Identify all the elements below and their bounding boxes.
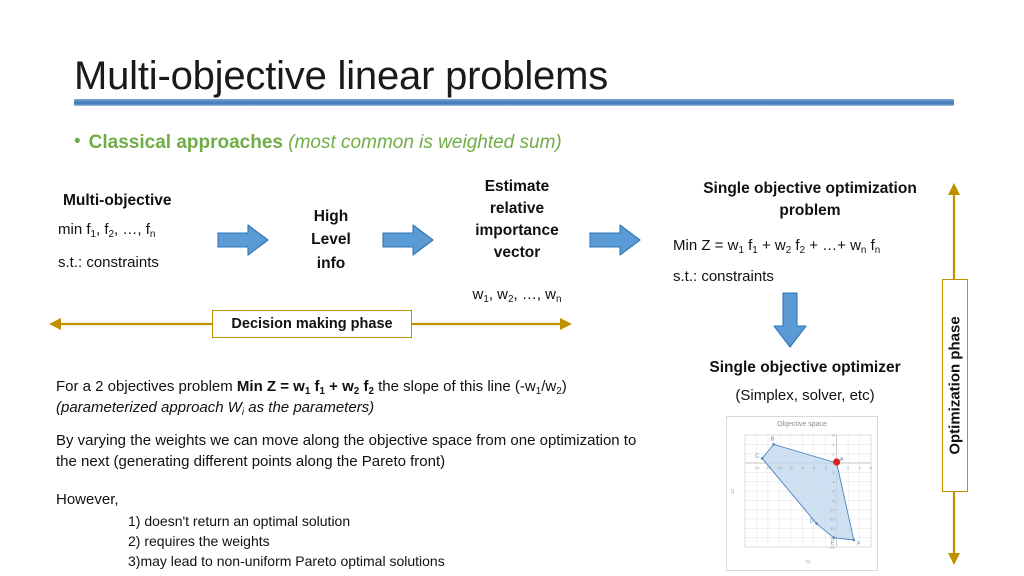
optimization-phase-box: Optimization phase [942,279,968,492]
svg-text:A: A [840,457,844,463]
svg-text:z1: z1 [806,559,811,564]
stage4-constraints: s.t.: constraints [673,268,774,285]
chart-plot-area: -14 -12 -10 -8 -6 -4 -2 2 4 6642-2-4-6-8-10-12-14… [730,433,873,564]
svg-text:z2: z2 [730,488,735,493]
stage3-line2: relative [489,200,545,217]
stage2-line3: info [316,254,346,272]
stage2-label: High Level info [296,205,366,275]
svg-text:-10: -10 [776,465,783,470]
bullet-dot-icon: • [74,131,81,152]
title-underline-rule [74,99,954,106]
stage1-objective: min f1, f2, …, fn [58,221,156,240]
decision-making-phase-label: Decision making phase [231,316,393,332]
stage1-heading: Multi-objective [63,192,172,209]
stage3-weights: w1, w2, …, wn [472,286,562,305]
svg-text:4: 4 [858,465,861,470]
stage4-heading-line1: Single objective optimization [703,180,917,197]
para1-suffix: the slope of this line (-w1/w2) [373,378,567,397]
svg-text:6: 6 [870,465,873,470]
right-arrow-icon-1 [217,223,269,257]
svg-text:-12: -12 [765,465,772,470]
paragraph-however: However, [56,491,119,508]
svg-text:D: D [810,519,814,525]
svg-text:-14: -14 [829,526,836,531]
para1-prefix: For a 2 objectives problem [56,378,237,395]
list-item: 3)may lead to non-uniform Pareto optimal… [128,553,445,570]
objective-space-chart: Objective space -14 -12 -10 -8 -6 -4 -2 2 4 6 6 4 2-… [726,416,878,571]
svg-text:-12: -12 [829,517,836,522]
paragraph-slope: For a 2 objectives problem Min Z = w1 f1… [56,376,676,419]
optimizer-heading: Single objective optimizer [709,359,901,376]
chart-title: Objective space [777,421,827,428]
list-item: 2) requires the weights [128,533,270,550]
svg-text:F: F [857,541,861,547]
stage3-line4: vector [493,244,541,261]
svg-text:-14: -14 [754,465,761,470]
list-item: 1) doesn't return an optimal solution [128,513,351,529]
optimizer-subtitle: (Simplex, solver, etc) [735,387,875,404]
stage4-heading: Single objective optimization problem [660,178,960,222]
stage2-line1: High [313,208,349,225]
stage1-constraints: s.t.: constraints [58,254,159,271]
para1-italic: (parameterized approach Wi as the parame… [56,399,375,419]
optimization-phase-label: Optimization phase [946,316,964,455]
stage3-label: Estimate relative importance vector [455,176,579,264]
svg-text:C: C [755,453,759,459]
limitations-list: 1) doesn't return an optimal solution 2)… [128,511,445,571]
para1-formula: Min Z = w1 f1 + w2 f2 [236,378,374,397]
svg-text:-10: -10 [829,507,836,512]
svg-text:E: E [831,541,835,547]
right-arrow-icon-2 [382,223,434,257]
svg-text:2: 2 [847,465,850,470]
page-title: Multi-objective linear problems [74,54,609,98]
bullet-bold-text: Classical approaches [88,132,283,153]
decision-making-phase-box: Decision making phase [212,310,412,338]
stage4-heading-line2: problem [779,202,841,219]
bullet-line: • Classical approaches (most common is we… [74,131,562,154]
stage4-objective: Min Z = w1 f1 + w2 f2 + …+ wn fn [673,237,881,256]
stage3-line3: importance [475,222,559,239]
svg-text:B: B [771,436,775,442]
down-arrow-icon [772,292,808,348]
stage3-line1: Estimate [484,178,550,195]
right-arrow-icon-3 [589,223,641,257]
stage2-line2: Level [311,231,351,249]
slide-canvas: Multi-objective linear problems • Classic… [0,0,1024,576]
bullet-italic-text: (most common is weighted sum) [288,132,562,153]
paragraph-varying-weights: By varying the weights we can move along… [56,432,637,471]
